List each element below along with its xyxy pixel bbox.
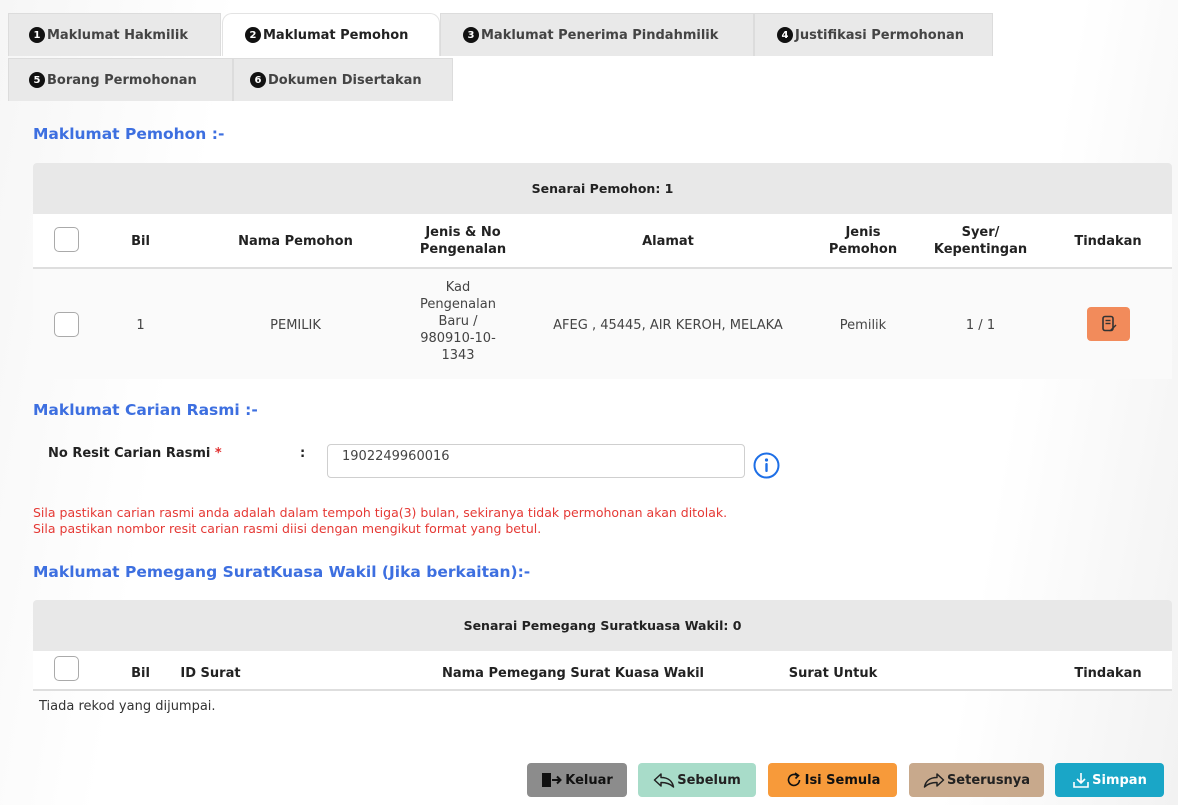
- step-6-icon: 6: [250, 72, 266, 88]
- simpan-label: Simpan: [1092, 772, 1147, 788]
- select-all-checkbox[interactable]: [54, 227, 79, 252]
- isi-semula-button[interactable]: Isi Semula: [768, 763, 897, 797]
- warning-line-1: Sila pastikan carian rasmi anda adalah d…: [33, 505, 728, 520]
- tab-label: Maklumat Penerima Pindahmilik: [481, 27, 719, 43]
- pemohon-table-header: Bil Nama Pemohon Jenis & No Pengenalan A…: [33, 214, 1172, 269]
- no-resit-input[interactable]: 1902249960016: [327, 444, 745, 478]
- wakil-count: Senarai Pemegang Suratkuasa Wakil: 0: [463, 618, 742, 633]
- step-1-icon: 1: [29, 27, 45, 43]
- col-jenis-pemohon: Jenis Pemohon: [828, 225, 898, 257]
- tab-label: Maklumat Hakmilik: [47, 27, 188, 43]
- wakil-select-all-checkbox[interactable]: [54, 656, 79, 681]
- col-bil: Bil: [131, 234, 150, 249]
- step-4-icon: 4: [777, 27, 793, 43]
- seterusnya-label: Seterusnya: [946, 772, 1031, 788]
- col-alamat: Alamat: [642, 234, 694, 249]
- cell-nama: PEMILIK: [270, 318, 321, 333]
- sebelum-label: Sebelum: [677, 772, 741, 788]
- isi-semula-label: Isi Semula: [804, 772, 881, 788]
- edit-document-icon: [1101, 315, 1116, 332]
- col-tindakan: Tindakan: [1074, 666, 1142, 681]
- refresh-icon: [787, 772, 800, 787]
- tab-borang-permohonan[interactable]: 5 Borang Permohonan: [8, 58, 233, 101]
- page: 1 Maklumat Hakmilik 2 Maklumat Pemohon 3…: [0, 0, 1178, 805]
- pemohon-table-caption: Senarai Pemohon: 1: [33, 163, 1172, 214]
- wakil-table-caption: Senarai Pemegang Suratkuasa Wakil: 0: [33, 600, 1172, 651]
- carian-section-title: Maklumat Carian Rasmi :-: [33, 401, 258, 419]
- no-resit-value: 1902249960016: [342, 449, 450, 464]
- tab-dokumen-disertakan[interactable]: 6 Dokumen Disertakan: [233, 58, 453, 101]
- tab-maklumat-hakmilik[interactable]: 1 Maklumat Hakmilik: [8, 13, 221, 56]
- tab-label: Dokumen Disertakan: [268, 72, 422, 88]
- wakil-table-header: Bil ID Surat Nama Pemegang Surat Kuasa W…: [33, 651, 1172, 691]
- col-syer-kepentingan: Syer/ Kepentingan: [933, 225, 1028, 257]
- col-tindakan: Tindakan: [1074, 234, 1142, 249]
- tab-label: Borang Permohonan: [47, 72, 197, 88]
- info-icon[interactable]: [753, 452, 780, 479]
- download-icon: [1073, 773, 1089, 788]
- col-bil: Bil: [131, 666, 150, 681]
- tab-justifikasi-permohonan[interactable]: 4 Justifikasi Permohonan: [754, 13, 993, 56]
- keluar-button[interactable]: Keluar: [527, 763, 627, 797]
- seterusnya-button[interactable]: Seterusnya: [909, 763, 1044, 797]
- forward-icon: [923, 773, 945, 788]
- exit-icon: [542, 773, 563, 787]
- pemohon-section-title: Maklumat Pemohon :-: [33, 125, 225, 143]
- cell-syer: 1 / 1: [965, 318, 996, 333]
- col-id-surat: ID Surat: [180, 666, 241, 681]
- cell-jenis-pemohon: Pemilik: [839, 318, 887, 333]
- step-2-icon: 2: [245, 27, 261, 43]
- cell-pengenalan: Kad Pengenalan Baru / 980910-10-1343: [420, 280, 496, 363]
- col-nama-pemohon: Nama Pemohon: [238, 234, 353, 249]
- col-surat-untuk: Surat Untuk: [788, 666, 878, 681]
- label-colon: :: [300, 446, 306, 461]
- reply-icon: [653, 773, 675, 788]
- warning-line-2: Sila pastikan nombor resit carian rasmi …: [33, 521, 542, 536]
- step-5-icon: 5: [29, 72, 45, 88]
- empty-message: Tiada rekod yang dijumpai.: [39, 699, 216, 714]
- tab-maklumat-pemohon[interactable]: 2 Maklumat Pemohon: [222, 13, 440, 56]
- tab-label: Justifikasi Permohonan: [795, 27, 964, 43]
- pemohon-table-row: 1 PEMILIK Kad Pengenalan Baru / 980910-1…: [33, 269, 1172, 379]
- edit-button[interactable]: [1087, 307, 1130, 341]
- row-checkbox[interactable]: [54, 312, 79, 337]
- required-mark: *: [214, 446, 222, 461]
- wakil-section-title: Maklumat Pemegang SuratKuasa Wakil (Jika…: [33, 563, 531, 581]
- keluar-label: Keluar: [565, 772, 613, 788]
- pemohon-count: Senarai Pemohon: 1: [531, 181, 674, 196]
- cell-bil: 1: [136, 318, 145, 333]
- tab-label: Maklumat Pemohon: [263, 27, 409, 43]
- step-3-icon: 3: [463, 27, 479, 43]
- no-resit-label: No Resit Carian Rasmi *: [48, 446, 222, 461]
- tab-maklumat-penerima-pindahmilik[interactable]: 3 Maklumat Penerima Pindahmilik: [440, 13, 754, 56]
- col-nama-pemegang: Nama Pemegang Surat Kuasa Wakil: [441, 666, 705, 681]
- simpan-button[interactable]: Simpan: [1055, 763, 1164, 797]
- no-resit-label-text: No Resit Carian Rasmi: [48, 446, 211, 461]
- col-jenis-no-pengenalan: Jenis & No Pengenalan: [419, 225, 507, 257]
- sebelum-button[interactable]: Sebelum: [638, 763, 756, 797]
- cell-alamat: AFEG , 45445, AIR KEROH, MELAKA: [553, 318, 783, 333]
